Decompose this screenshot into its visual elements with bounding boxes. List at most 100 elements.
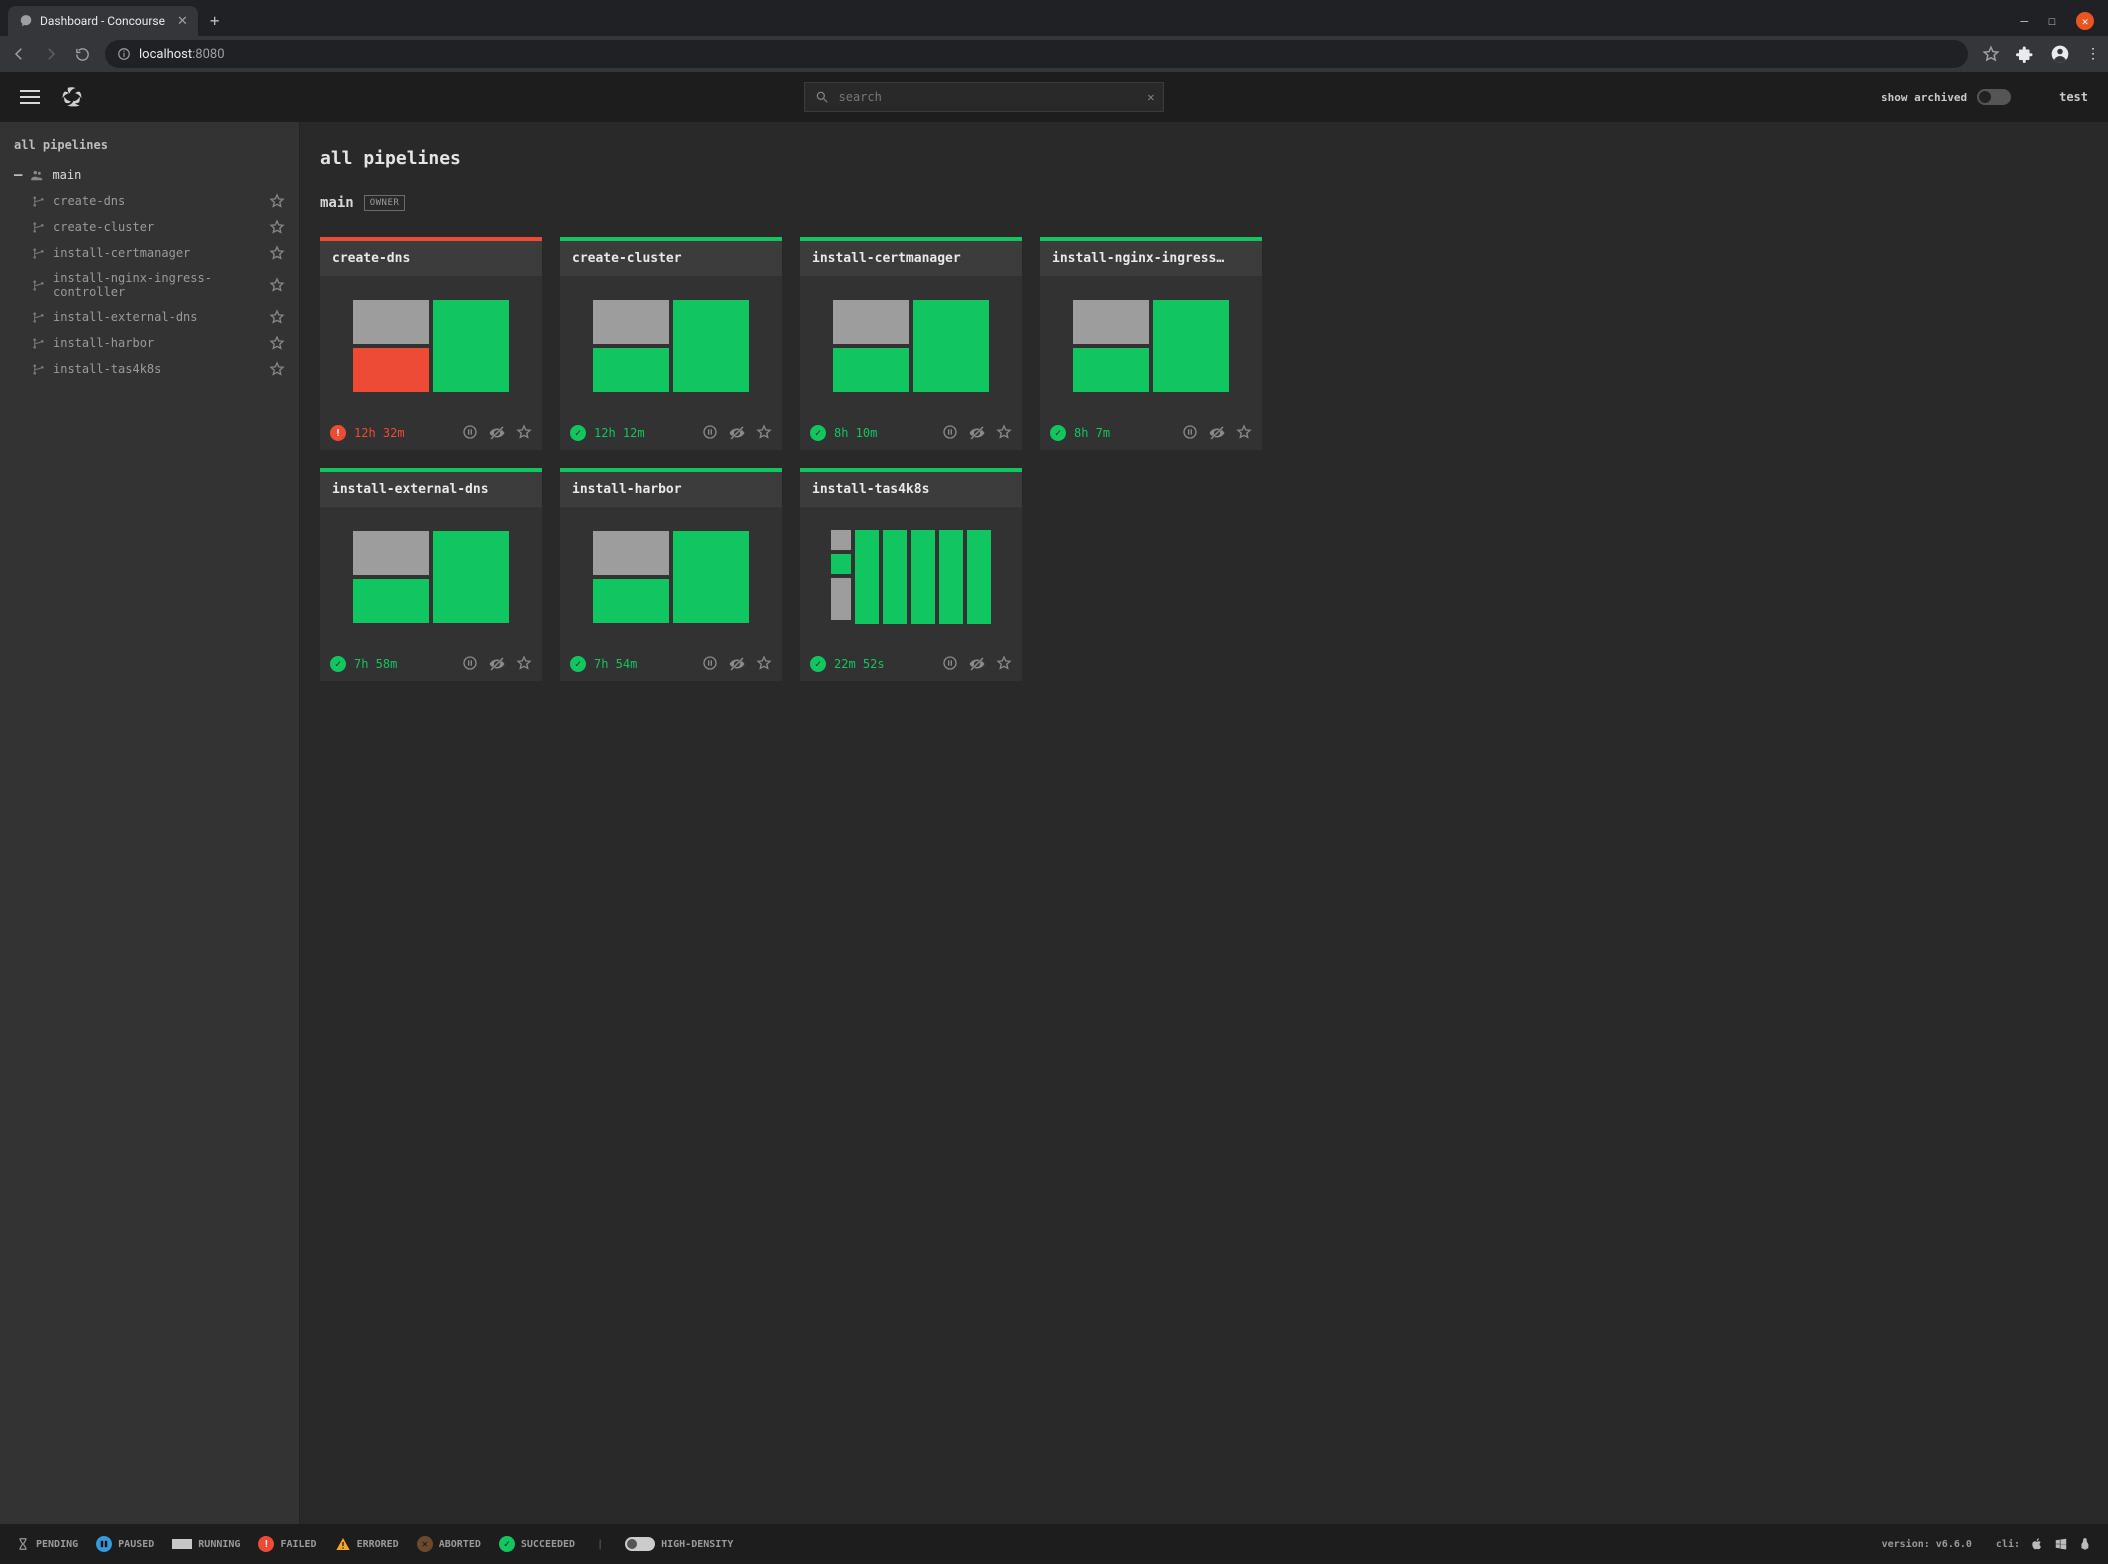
status-icon: ✓ <box>330 656 346 672</box>
pipeline-icon <box>32 195 45 208</box>
pipeline-footer: ✓8h 10m <box>800 416 1022 450</box>
back-icon[interactable] <box>10 45 28 63</box>
star-icon[interactable] <box>269 309 285 325</box>
app-body: all pipelines — main create-dns create-cl… <box>0 122 2108 1524</box>
star-icon[interactable] <box>1236 424 1252 442</box>
legend-paused: PAUSED <box>96 1536 154 1552</box>
pause-icon[interactable] <box>1182 424 1198 442</box>
url-host: localhost <box>139 47 192 62</box>
sidebar-team[interactable]: — main <box>0 162 299 188</box>
sidebar-item-label: create-dns <box>53 194 125 208</box>
legend-pending: PENDING <box>16 1537 78 1551</box>
star-bookmark-icon[interactable] <box>1982 45 2000 63</box>
search-icon <box>815 90 829 104</box>
profile-icon[interactable] <box>2050 44 2070 64</box>
pipeline-preview <box>800 276 1022 416</box>
hamburger-icon[interactable] <box>20 90 40 104</box>
close-window-icon[interactable]: ✕ <box>2076 12 2094 30</box>
star-icon[interactable] <box>269 193 285 209</box>
status-icon: ✓ <box>1050 425 1066 441</box>
star-icon[interactable] <box>756 424 772 442</box>
pause-icon[interactable] <box>462 424 478 442</box>
pipeline-icon <box>32 247 45 260</box>
team-icon <box>30 168 44 182</box>
new-tab-button[interactable]: + <box>198 6 232 36</box>
pipeline-duration: 8h 7m <box>1074 426 1110 440</box>
star-icon[interactable] <box>996 424 1012 442</box>
pipeline-duration: 7h 54m <box>594 657 637 671</box>
star-icon[interactable] <box>269 219 285 235</box>
maximize-icon[interactable]: ☐ <box>2048 14 2056 29</box>
show-archived-toggle[interactable]: show archived <box>1881 89 2011 105</box>
visibility-icon[interactable] <box>488 424 506 442</box>
star-icon[interactable] <box>269 335 285 351</box>
star-icon[interactable] <box>269 245 285 261</box>
cli-label: cli: <box>1996 1539 2020 1550</box>
extensions-icon[interactable] <box>2016 45 2034 63</box>
pipeline-card[interactable]: create-cluster✓12h 12m <box>560 237 782 450</box>
pipeline-card[interactable]: install-external-dns✓7h 58m <box>320 468 542 681</box>
pipeline-card[interactable]: install-nginx-ingress…✓8h 7m <box>1040 237 1262 450</box>
sidebar-item[interactable]: install-certmanager <box>0 240 299 266</box>
pipeline-card[interactable]: install-tas4k8s✓22m 52s <box>800 468 1022 681</box>
app-topbar: search ✕ show archived test <box>0 72 2108 122</box>
toggle-icon[interactable] <box>1977 89 2011 105</box>
concourse-logo-icon[interactable] <box>58 83 86 111</box>
browser-tab[interactable]: Dashboard - Concourse ✕ <box>8 6 198 36</box>
sidebar-item[interactable]: create-dns <box>0 188 299 214</box>
legend-bar: PENDING PAUSED RUNNING ! FAILED ERROR <box>0 1524 2108 1564</box>
visibility-icon[interactable] <box>1208 424 1226 442</box>
windows-icon[interactable] <box>2054 1537 2068 1551</box>
star-icon[interactable] <box>996 655 1012 673</box>
pause-icon[interactable] <box>942 655 958 673</box>
star-icon[interactable] <box>516 424 532 442</box>
clear-search-icon[interactable]: ✕ <box>1147 90 1154 104</box>
minimize-icon[interactable]: ― <box>2020 14 2028 29</box>
sidebar-item[interactable]: install-tas4k8s <box>0 356 299 382</box>
legend-running: RUNNING <box>172 1539 240 1550</box>
pipeline-card[interactable]: create-dns!12h 32m <box>320 237 542 450</box>
pipeline-duration: 7h 58m <box>354 657 397 671</box>
star-icon[interactable] <box>269 361 285 377</box>
pause-icon[interactable] <box>462 655 478 673</box>
visibility-icon[interactable] <box>728 424 746 442</box>
pipeline-duration: 8h 10m <box>834 426 877 440</box>
visibility-icon[interactable] <box>488 655 506 673</box>
visibility-icon[interactable] <box>968 424 986 442</box>
pause-icon[interactable] <box>942 424 958 442</box>
high-density-toggle[interactable]: HIGH-DENSITY <box>625 1537 733 1551</box>
url-input[interactable]: localhost:8080 <box>105 40 1968 68</box>
pause-icon[interactable] <box>702 655 718 673</box>
sidebar-item[interactable]: install-nginx-ingress-controller <box>0 266 299 304</box>
star-icon[interactable] <box>756 655 772 673</box>
reload-icon[interactable] <box>74 46 91 63</box>
toggle-icon[interactable] <box>625 1537 655 1551</box>
pipeline-name: install-certmanager <box>800 241 1022 276</box>
forward-icon[interactable] <box>42 45 60 63</box>
sidebar-heading: all pipelines <box>0 134 299 162</box>
star-icon[interactable] <box>269 277 285 293</box>
pause-icon[interactable] <box>702 424 718 442</box>
pipeline-footer: ✓12h 12m <box>560 416 782 450</box>
succeeded-icon: ✓ <box>499 1536 515 1552</box>
visibility-icon[interactable] <box>968 655 986 673</box>
user-menu[interactable]: test <box>2059 90 2088 104</box>
show-archived-label: show archived <box>1881 91 1967 104</box>
sidebar-item[interactable]: install-harbor <box>0 330 299 356</box>
close-icon[interactable]: ✕ <box>177 14 188 29</box>
star-icon[interactable] <box>516 655 532 673</box>
sidebar-item[interactable]: create-cluster <box>0 214 299 240</box>
status-icon: ✓ <box>570 656 586 672</box>
visibility-icon[interactable] <box>728 655 746 673</box>
browser-titlebar: Dashboard - Concourse ✕ + ― ☐ ✕ <box>0 0 2108 36</box>
menu-icon[interactable]: ⋮ <box>2086 46 2098 62</box>
apple-icon[interactable] <box>2030 1537 2044 1551</box>
pipeline-card[interactable]: install-harbor✓7h 54m <box>560 468 782 681</box>
search-input[interactable]: search ✕ <box>804 82 1164 112</box>
status-icon: ✓ <box>810 656 826 672</box>
pipeline-card[interactable]: install-certmanager ✓8h 10m <box>800 237 1022 450</box>
main-content: all pipelines main OWNER create-dns!12h … <box>300 122 2108 1524</box>
linux-icon[interactable] <box>2078 1537 2092 1551</box>
pipeline-preview <box>560 276 782 416</box>
sidebar-item[interactable]: install-external-dns <box>0 304 299 330</box>
